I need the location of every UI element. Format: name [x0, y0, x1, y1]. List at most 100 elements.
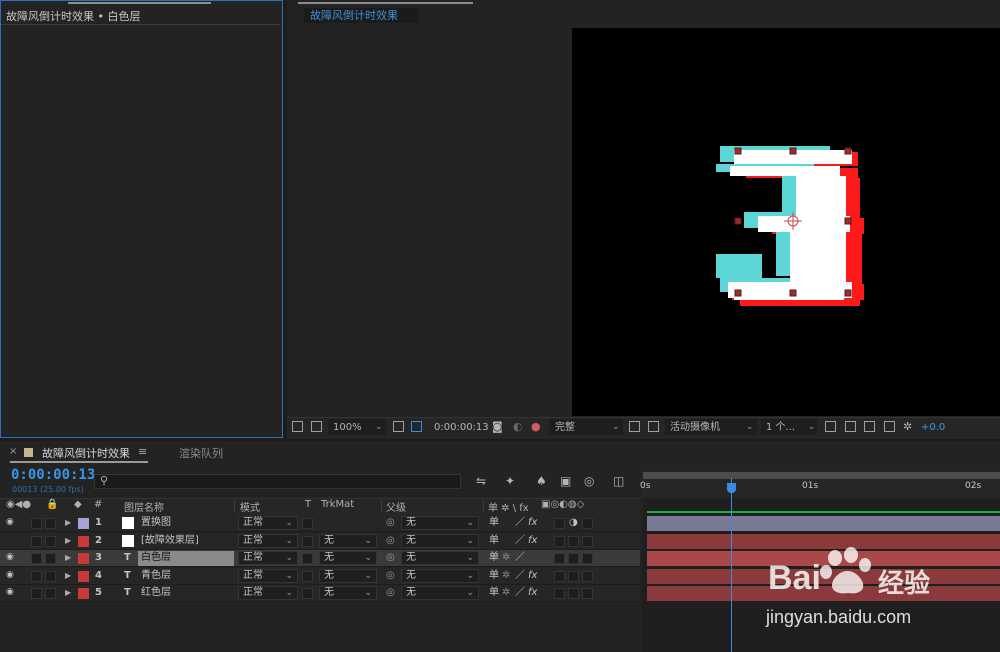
current-time-display[interactable]: 0:00:00:13 [11, 467, 95, 483]
solo-toggle[interactable] [31, 588, 42, 599]
blend-mode-dropdown[interactable]: 正常 ⌄ [238, 534, 298, 548]
motion-blur-toggle[interactable] [568, 588, 579, 599]
label-color-swatch[interactable] [78, 588, 89, 599]
composition-tab[interactable]: 故障风倒计时效果 [304, 8, 419, 23]
motion-blur-toggle[interactable] [568, 536, 579, 547]
layer-name[interactable]: 青色层 [141, 568, 171, 583]
current-time-indicator[interactable] [727, 483, 736, 493]
effects-fx-icon[interactable]: fx [528, 585, 537, 600]
trkmat-header[interactable]: TrkMat [321, 499, 354, 510]
eye-icon[interactable]: ◉ [6, 585, 14, 600]
lock-toggle[interactable] [45, 588, 56, 599]
preserve-transparency-toggle[interactable] [302, 536, 313, 547]
quality-icon[interactable]: ／ [515, 550, 525, 565]
switches-header[interactable]: 单 ✲ \ fx [488, 499, 529, 514]
quality-icon[interactable]: ／ [515, 515, 525, 530]
lock-toggle[interactable] [45, 518, 56, 529]
expand-triangle-icon[interactable]: ▶ [65, 568, 71, 583]
motion-blur-toggle[interactable] [568, 571, 579, 582]
3d-layer-toggle[interactable] [582, 536, 593, 547]
label-color-swatch[interactable] [78, 518, 89, 529]
frame-blend-toggle[interactable] [554, 518, 565, 529]
layer-name[interactable]: 置换图 [141, 515, 171, 530]
label-color-swatch[interactable] [78, 553, 89, 564]
preserve-transparency-toggle[interactable] [302, 518, 313, 529]
monitor-icon[interactable] [311, 421, 322, 432]
viewer-timecode[interactable]: 0:00:00:13 [434, 421, 489, 434]
flowchart-icon[interactable] [884, 421, 895, 432]
trkmat-dropdown[interactable]: 无 ⌄ [319, 586, 377, 600]
draft-3d-icon[interactable]: ✦ [505, 474, 515, 488]
effects-fx-icon[interactable]: fx [528, 533, 537, 548]
label-tag-icon[interactable]: ◆ [74, 499, 82, 510]
3d-layer-toggle[interactable] [582, 571, 593, 582]
layer-name[interactable]: [故障效果层] [141, 533, 199, 548]
solo-toggle[interactable] [31, 518, 42, 529]
frame-blend-toggle[interactable] [554, 571, 565, 582]
continuous-rasterize-icon[interactable]: ✲ [502, 585, 510, 600]
layer-row[interactable]: ◉ ▶ 1 置换图 正常 ⌄ ◎ 无 ⌄ 单／ fx ◑ [0, 515, 640, 532]
fast-previews-icon[interactable] [845, 421, 856, 432]
layer-row[interactable]: ▶ 2 [故障效果层] 正常 ⌄ 无 ⌄ ◎ 无 ⌄ 单／ fx [0, 533, 640, 550]
render-queue-tab[interactable]: 渲染队列 [179, 445, 223, 461]
layer-number-header[interactable]: # [94, 499, 102, 510]
layer-name[interactable]: 红色层 [141, 585, 171, 600]
pickwhip-icon[interactable]: ◎ [386, 585, 395, 600]
expand-triangle-icon[interactable]: ▶ [65, 585, 71, 600]
trkmat-dropdown[interactable]: 无 ⌄ [319, 551, 377, 565]
trkmat-dropdown[interactable]: 无 ⌄ [319, 534, 377, 548]
3d-layer-toggle[interactable] [582, 518, 593, 529]
region-of-interest-icon[interactable] [629, 421, 640, 432]
effects-fx-icon[interactable]: fx [528, 568, 537, 583]
expand-triangle-icon[interactable]: ▶ [65, 550, 71, 565]
preserve-transparency-toggle[interactable] [302, 571, 313, 582]
pickwhip-icon[interactable]: ◎ [386, 533, 395, 548]
layer-row[interactable]: ◉ ▶ 4 T 青色层 正常 ⌄ 无 ⌄ ◎ 无 ⌄ 单 ✲ ／ fx [0, 568, 640, 585]
shy-icon[interactable]: 单 [489, 515, 499, 530]
grid-guide-icon[interactable] [393, 421, 404, 432]
3d-layer-toggle[interactable] [582, 553, 593, 564]
solo-toggle[interactable] [31, 571, 42, 582]
timeline-icon[interactable] [864, 421, 875, 432]
lock-toggle[interactable] [45, 553, 56, 564]
parent-dropdown[interactable]: 无 ⌄ [401, 516, 479, 530]
composition-viewer[interactable] [572, 28, 1000, 416]
shy-icon[interactable]: 单 [489, 585, 499, 600]
effects-fx-icon[interactable]: fx [528, 515, 537, 530]
quality-icon[interactable]: ／ [515, 568, 525, 583]
expand-triangle-icon[interactable]: ▶ [65, 533, 71, 548]
expand-triangle-icon[interactable]: ▶ [65, 515, 71, 530]
eye-icon[interactable]: ◉ [6, 568, 14, 583]
toggle-pixel-aspect-icon[interactable] [825, 421, 836, 432]
layer-duration-bar[interactable] [647, 516, 1000, 531]
frame-blending-icon[interactable]: ▣ [560, 474, 571, 488]
composition-mini-flowchart-icon[interactable]: ⇋ [476, 474, 486, 488]
solo-toggle[interactable] [31, 553, 42, 564]
layer-row[interactable]: ◉ ▶ 3 T 白色层 正常 ⌄ 无 ⌄ ◎ 无 ⌄ 单 ✲ ／ [0, 550, 640, 567]
solo-toggle[interactable] [31, 536, 42, 547]
switch-icons-header[interactable]: ▣◎◐◍◇ [541, 499, 584, 510]
preserve-transparency-toggle[interactable] [302, 553, 313, 564]
3d-layer-toggle[interactable] [582, 588, 593, 599]
always-preview-icon[interactable] [292, 421, 303, 432]
layer-search-input[interactable] [94, 474, 461, 489]
transparency-grid-icon[interactable] [648, 421, 659, 432]
shy-icon[interactable]: 单 [489, 550, 499, 565]
pickwhip-icon[interactable]: ◎ [386, 568, 395, 583]
exposure-reset-icon[interactable]: ✲ [903, 420, 912, 433]
label-color-swatch[interactable] [78, 536, 89, 547]
mask-visibility-icon[interactable] [411, 421, 422, 432]
eye-icon[interactable]: ◉ [6, 550, 14, 565]
preserve-transparency-toggle[interactable] [302, 588, 313, 599]
layer-name[interactable]: 白色层 [141, 550, 171, 565]
exposure-value[interactable]: +0.0 [921, 421, 945, 434]
camera-snapshot-icon[interactable]: ◙ [492, 420, 503, 433]
layer-name-header[interactable]: 图层名称 [124, 499, 164, 514]
close-icon[interactable]: × [9, 446, 17, 457]
lock-toggle[interactable] [45, 536, 56, 547]
frame-blend-toggle[interactable] [554, 553, 565, 564]
continuous-rasterize-icon[interactable]: ✲ [502, 568, 510, 583]
motion-blur-toggle[interactable] [568, 553, 579, 564]
graph-editor-icon[interactable]: ◫ [613, 474, 624, 488]
effect-controls-title[interactable]: 故障风倒计时效果 • 白色层 [6, 8, 140, 24]
